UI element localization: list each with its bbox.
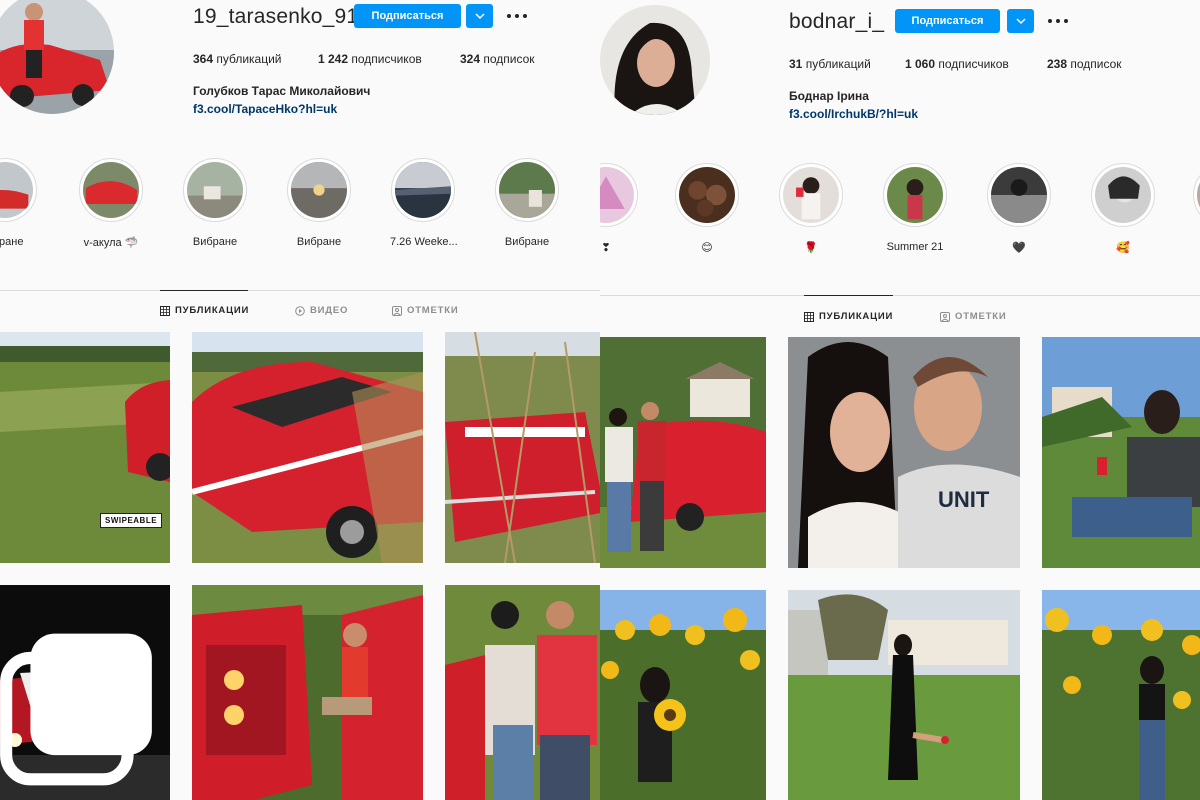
suggestions-dropdown-button[interactable] bbox=[466, 4, 493, 28]
grid-icon bbox=[160, 305, 170, 316]
carousel-icon bbox=[0, 633, 152, 786]
grid-icon bbox=[804, 311, 814, 322]
swipeable-sticker: SWIPEABLE bbox=[100, 513, 163, 528]
bio-link[interactable]: f3.cool/IrchukB/?hl=uk bbox=[789, 107, 918, 121]
more-options-icon[interactable] bbox=[507, 11, 527, 21]
follow-button[interactable]: Подписаться bbox=[354, 4, 461, 28]
post-thumbnail[interactable] bbox=[445, 332, 600, 563]
post-thumbnail[interactable] bbox=[192, 585, 423, 800]
story-highlight[interactable]: 🌹 bbox=[778, 163, 844, 254]
story-highlight[interactable] bbox=[1192, 163, 1200, 227]
followers-count[interactable]: 1 242 подписчиков bbox=[318, 52, 460, 66]
tab-tagged[interactable]: ОТМЕТКИ bbox=[940, 311, 1006, 322]
tab-video[interactable]: ВИДЕО bbox=[295, 305, 348, 316]
more-options-icon[interactable] bbox=[1048, 16, 1068, 26]
tag-icon bbox=[940, 311, 950, 322]
story-highlight[interactable]: 7.26 Weeke... bbox=[390, 158, 458, 248]
story-highlight[interactable]: 😊 bbox=[674, 163, 740, 254]
video-icon bbox=[295, 305, 305, 316]
story-highlight[interactable]: v-акула 🦈 bbox=[78, 158, 144, 249]
profile-full-name: Голубков Тарас Миколайович bbox=[193, 84, 371, 98]
post-thumbnail[interactable] bbox=[192, 332, 423, 563]
posts-count: 364 публикаций bbox=[193, 52, 282, 66]
profile-stats: 31 публикаций 1 060 подписчиков 238 подп… bbox=[789, 57, 1122, 71]
story-highlight[interactable]: Summer 21 bbox=[882, 163, 948, 253]
tab-posts[interactable]: ПУБЛИКАЦИИ bbox=[804, 311, 893, 322]
posts-count: 31 публикаций bbox=[789, 57, 871, 71]
post-thumbnail[interactable] bbox=[1042, 337, 1200, 568]
tab-tagged[interactable]: ОТМЕТКИ bbox=[392, 305, 458, 316]
story-highlight[interactable]: 🖤 bbox=[986, 163, 1052, 254]
chevron-down-icon bbox=[1015, 18, 1026, 25]
story-highlight[interactable]: ибране bbox=[0, 158, 38, 248]
tag-icon bbox=[392, 305, 402, 316]
active-tab-indicator bbox=[160, 290, 248, 291]
profile-username: bodnar_i_ bbox=[789, 10, 885, 33]
followers-count[interactable]: 1 060 подписчиков bbox=[905, 57, 1047, 71]
profile-username: 19_tarasenko_91 bbox=[193, 5, 359, 28]
profile-stats: 364 публикаций 1 242 подписчиков 324 под… bbox=[193, 52, 535, 66]
post-thumbnail[interactable] bbox=[600, 337, 766, 568]
tabs-divider bbox=[0, 290, 600, 291]
story-highlight[interactable]: 🥰 bbox=[1090, 163, 1156, 254]
story-highlight[interactable]: Вибране bbox=[286, 158, 352, 248]
profile-panel-right: bodnar_i_ Подписаться 31 публикаций 1 06… bbox=[600, 0, 1200, 800]
profile-avatar[interactable] bbox=[0, 0, 114, 114]
post-thumbnail[interactable] bbox=[445, 585, 600, 800]
post-thumbnail[interactable] bbox=[788, 590, 1020, 800]
svg-text:UNIT: UNIT bbox=[938, 487, 990, 512]
following-count[interactable]: 238 подписок bbox=[1047, 57, 1122, 71]
post-thumbnail[interactable]: UNIT bbox=[788, 337, 1020, 568]
profile-panel-left: 19_tarasenko_91 Подписаться 364 публикац… bbox=[0, 0, 600, 800]
bio-link[interactable]: f3.cool/TapaceHko?hl=uk bbox=[193, 102, 337, 116]
post-thumbnail[interactable] bbox=[600, 590, 766, 800]
tab-posts[interactable]: ПУБЛИКАЦИИ bbox=[160, 305, 249, 316]
story-highlight[interactable]: Вибране bbox=[182, 158, 248, 248]
post-thumbnail[interactable]: SWIPEABLE bbox=[0, 332, 170, 563]
following-count[interactable]: 324 подписок bbox=[460, 52, 535, 66]
profile-avatar[interactable] bbox=[600, 5, 710, 115]
suggestions-dropdown-button[interactable] bbox=[1007, 9, 1034, 33]
post-thumbnail[interactable] bbox=[1042, 590, 1200, 800]
profile-full-name: Боднар Ірина bbox=[789, 89, 869, 103]
post-thumbnail[interactable] bbox=[0, 585, 170, 800]
story-highlight[interactable]: Вибране bbox=[494, 158, 560, 248]
story-highlight[interactable]: ❣ bbox=[600, 163, 639, 254]
follow-button[interactable]: Подписаться bbox=[895, 9, 1000, 33]
tabs-divider bbox=[600, 295, 1200, 296]
chevron-down-icon bbox=[474, 13, 485, 20]
active-tab-indicator bbox=[804, 295, 893, 296]
